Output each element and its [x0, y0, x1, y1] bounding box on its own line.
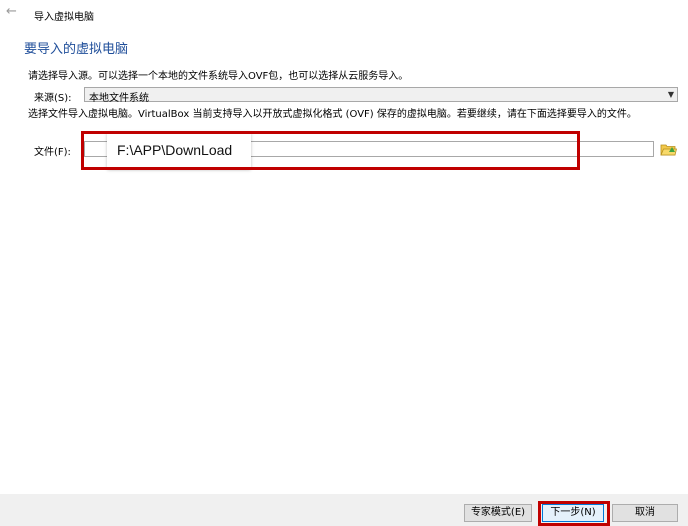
next-button[interactable]: 下一步(N) — [542, 504, 604, 522]
source-select[interactable]: 本地文件系统 ▼ — [84, 87, 678, 104]
source-label: 来源(S): — [34, 93, 72, 104]
window-title: 导入虚拟电脑 — [34, 12, 94, 23]
back-arrow-icon[interactable]: ← — [6, 5, 17, 19]
source-description: 请选择导入源。可以选择一个本地的文件系统导入OVF包，也可以选择从云服务导入。 — [28, 71, 409, 82]
file-label: 文件(F): — [34, 147, 71, 158]
dropdown-arrow-icon: ▼ — [667, 90, 674, 99]
title-bar: ← 导入虚拟电脑 — [0, 0, 688, 28]
page-heading: 要导入的虚拟电脑 — [24, 42, 129, 57]
file-description: 选择文件导入虚拟电脑。VirtualBox 当前支持导入以开放式虚拟化格式 (O… — [28, 109, 637, 120]
file-path-value-box: F:\APP\DownLoad — [107, 132, 251, 169]
cancel-button[interactable]: 取消 — [612, 504, 678, 522]
folder-open-icon[interactable] — [660, 141, 678, 157]
expert-mode-button[interactable]: 专家模式(E) — [464, 504, 532, 522]
source-select-value: 本地文件系统 — [89, 93, 149, 104]
file-path-value: F:\APP\DownLoad — [117, 142, 233, 158]
